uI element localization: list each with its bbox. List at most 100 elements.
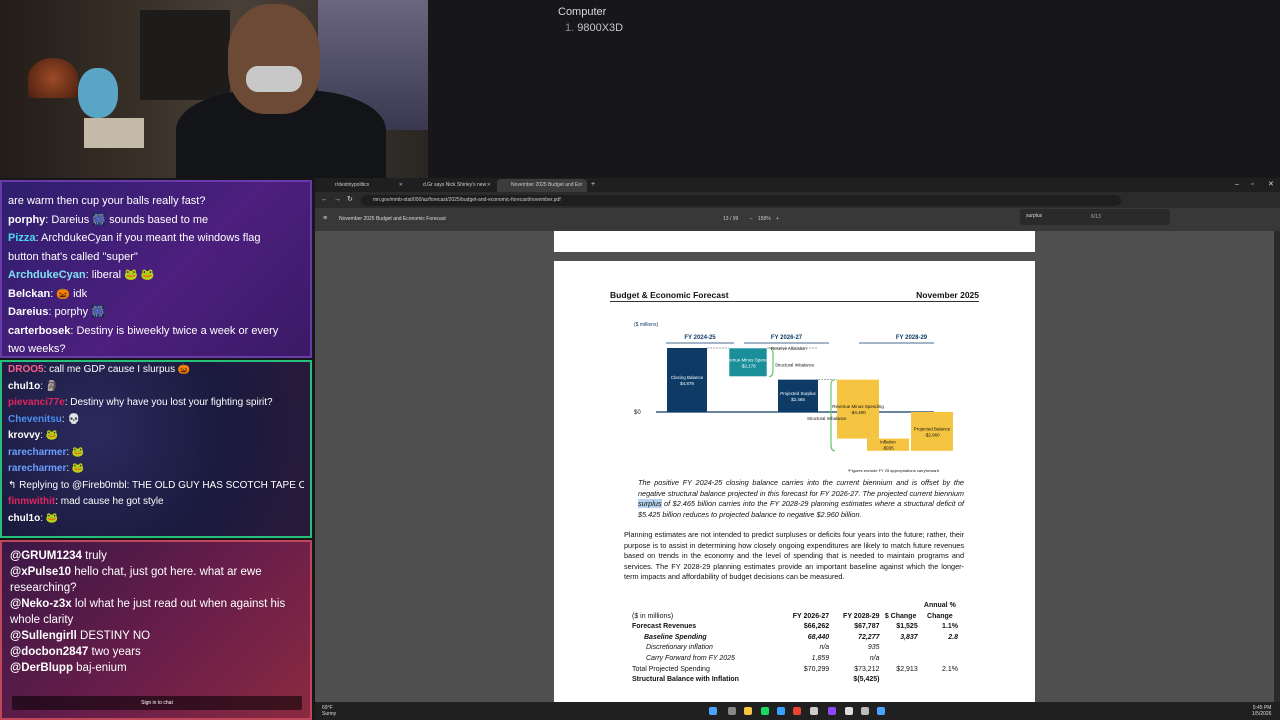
tab-0[interactable]: r/destinypolitics ✕: [321, 179, 407, 192]
weather-widget[interactable]: 69°F Sunny: [322, 705, 336, 717]
row-value: $70,299: [803, 665, 830, 673]
twitch-icon[interactable]: [828, 707, 836, 715]
paragraph-1: The positive FY 2024-25 closing balance …: [638, 478, 964, 520]
tab-2[interactable]: November 2025 Budget and Ec ✕: [497, 179, 587, 192]
reload-icon[interactable]: ↻: [347, 193, 353, 207]
chart-footnote: *Figures exclude FY 25 appropriations ca…: [848, 468, 939, 473]
new-tab-icon[interactable]: +: [591, 178, 595, 192]
row-label: Forecast Revenues: [632, 623, 697, 631]
chat-text: : ArchdukeCyan if you meant the windows …: [35, 232, 261, 244]
chat-username[interactable]: chul1o: [8, 381, 40, 392]
chat-username[interactable]: @GRUM1234: [10, 550, 82, 562]
tab-1[interactable]: d.Gr says Nick Shirley's new ✕: [409, 179, 495, 192]
close-tab-icon[interactable]: ✕: [579, 179, 583, 192]
chat-message: two weeks?: [8, 340, 304, 356]
chart-annotation: Reserve Allocation: [771, 346, 807, 351]
chart-zero-label: $0: [634, 410, 641, 416]
cam-books: [84, 118, 144, 148]
chat-username[interactable]: porphy: [8, 214, 45, 226]
chat-message: porphy: Dareius 🎆 sounds based to me: [8, 211, 304, 230]
start-icon[interactable]: [709, 707, 717, 715]
forecast-table: ($ in millions) FY 2026-27 FY 2028-29 $ …: [630, 601, 960, 686]
chat-username[interactable]: carterbosek: [8, 325, 70, 337]
row-label: Structural Balance with Inflation: [632, 676, 739, 684]
chat-username[interactable]: ArchdukeCyan: [8, 269, 86, 281]
chat-username[interactable]: Belckan: [8, 288, 50, 300]
row-value: n/a: [819, 644, 830, 652]
chart-bar-label: Inflation: [880, 440, 896, 445]
url-bar[interactable]: mn.gov/mmb-stat/000/az/forecast/2025/bud…: [361, 195, 1121, 206]
close-window-icon[interactable]: ✕: [1268, 178, 1274, 192]
settings-icon[interactable]: [861, 707, 869, 715]
chat-message: are warm then cup your balls really fast…: [8, 192, 304, 211]
row-value: 1,859: [811, 654, 830, 662]
page-total: / 99: [729, 216, 739, 222]
chat-username[interactable]: @Neko-z3x: [10, 598, 72, 610]
zoom-in-icon[interactable]: +: [776, 216, 779, 222]
row-value: 1.1%: [942, 623, 958, 631]
row-value: $67,787: [854, 623, 880, 631]
chat-username[interactable]: @xPulse10: [10, 566, 71, 578]
header-rule: [610, 301, 979, 302]
minimize-icon[interactable]: –: [1235, 178, 1239, 192]
chat-username[interactable]: krovvy: [8, 430, 40, 441]
tab-bar: r/destinypolitics ✕ d.Gr says Nick Shirle…: [315, 178, 1280, 192]
chat-username[interactable]: Pizza: [8, 232, 36, 244]
chat-message: rarecharmer: 🐸: [8, 445, 304, 462]
pdf-scrollbar[interactable]: [1274, 231, 1280, 702]
sign-in-chat-button[interactable]: Sign in to chat: [12, 696, 302, 710]
cam-lamp: [28, 58, 78, 98]
chart-bar-value: -$4,490: [850, 410, 866, 415]
close-tab-icon[interactable]: ✕: [487, 179, 491, 192]
chat-message: chul1o: 🐸: [8, 511, 304, 528]
page-number-input[interactable]: 13: [723, 216, 729, 222]
chat-username[interactable]: Chevenitsu: [8, 414, 62, 425]
table-row: Discretionary inflation n/a 935: [630, 643, 960, 654]
chat-username[interactable]: Dareius: [8, 306, 48, 318]
chat-username[interactable]: finmwithit: [8, 496, 55, 507]
forward-icon[interactable]: →: [334, 193, 341, 207]
app-icon[interactable]: [877, 707, 885, 715]
chat-username[interactable]: rarecharmer: [8, 447, 66, 458]
spec-item-label: 9800X3D: [577, 22, 624, 34]
zoom-level[interactable]: 158%: [758, 216, 771, 222]
budget-waterfall-chart: ($ millions) FY 2024-25 FY 2026-27 FY 2028-…: [634, 322, 953, 473]
chat-username[interactable]: DROO5: [8, 364, 44, 375]
back-icon[interactable]: ←: [321, 193, 328, 207]
row-value: [882, 643, 920, 654]
row-label: Total Projected Spending: [632, 665, 710, 673]
chat-username[interactable]: pievanci77e: [8, 397, 65, 408]
close-tab-icon[interactable]: ✕: [399, 179, 403, 192]
app-icon[interactable]: [845, 707, 853, 715]
chat-username[interactable]: @Sullengirll: [10, 630, 77, 642]
taskbar-clock[interactable]: 5:45 PM 1/5/2026: [1252, 705, 1271, 717]
table-header-fy2627: FY 2026-27: [792, 612, 830, 620]
chat-username[interactable]: chul1o: [8, 513, 40, 524]
chat-username[interactable]: @docbon2847: [10, 646, 88, 658]
row-label: Baseline Spending: [644, 633, 707, 641]
pdf-menu-icon[interactable]: ≡: [323, 212, 327, 226]
file-explorer-icon[interactable]: [744, 707, 752, 715]
pdf-viewer[interactable]: Budget & Economic Forecast November 2025…: [315, 231, 1280, 702]
table-header-pct-change: Annual % Change: [923, 602, 956, 620]
spec-item-num: 1.: [565, 22, 575, 34]
chat-message: Pizza: ArchdukeCyan if you meant the win…: [8, 229, 304, 248]
browser-icon[interactable]: [777, 707, 785, 715]
spotify-icon[interactable]: [761, 707, 769, 715]
row-value: $1,525: [896, 623, 918, 631]
chat-username[interactable]: @DerBlupp: [10, 662, 73, 674]
chat-username[interactable]: rarecharmer: [8, 463, 66, 474]
app-icon[interactable]: [810, 707, 818, 715]
row-value: [882, 675, 920, 686]
chat-message: Chevenitsu: 💀: [8, 412, 304, 429]
maximize-icon[interactable]: ▫: [1251, 178, 1253, 192]
chrome-icon[interactable]: [793, 707, 801, 715]
page-header-left: Budget & Economic Forecast: [610, 290, 729, 300]
zoom-out-icon[interactable]: –: [750, 216, 753, 222]
table-row: Carry Forward from FY 2025 1,859 n/a: [630, 654, 960, 665]
chat-text: : 🎃 idk: [50, 287, 88, 300]
search-highlight: surplus: [638, 499, 662, 508]
search-icon[interactable]: [728, 707, 736, 715]
chat-message: @docbon2847 two years: [10, 644, 302, 660]
chat-text: : Dareius 🎆 sounds based to me: [45, 213, 209, 226]
